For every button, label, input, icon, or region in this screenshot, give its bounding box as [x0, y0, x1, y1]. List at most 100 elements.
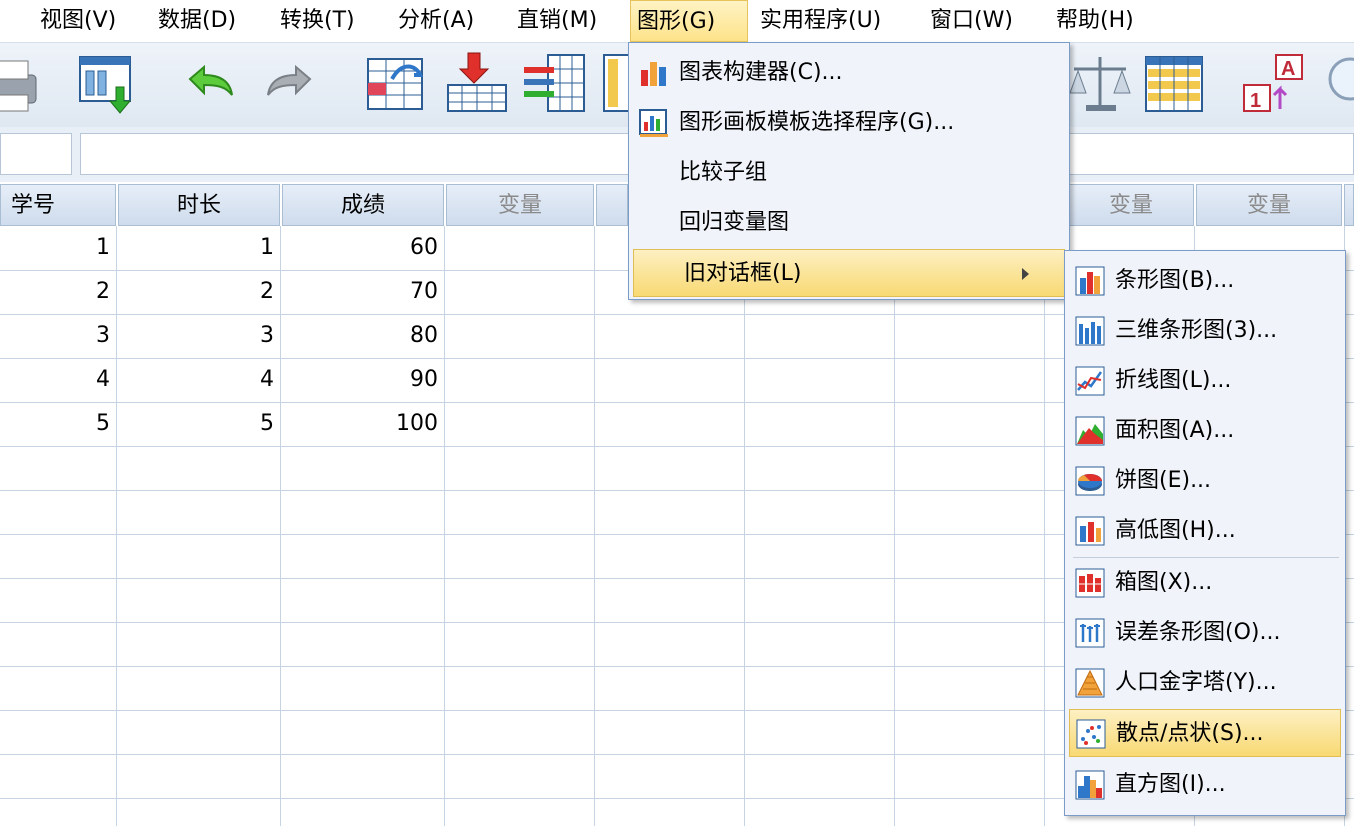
menu-item-label: 三维条形图(3)...: [1115, 318, 1278, 343]
menu-item-label: 散点/点状(S)...: [1116, 721, 1264, 746]
goto-case-icon[interactable]: [362, 49, 432, 119]
pyramid-icon: [1075, 668, 1105, 698]
data-cell[interactable]: 60: [282, 226, 438, 270]
data-cell[interactable]: 2: [118, 270, 274, 314]
scatter-icon: [1076, 719, 1106, 749]
data-cell[interactable]: 2: [0, 270, 110, 314]
data-cell[interactable]: 4: [0, 358, 110, 402]
high-low-chart-icon: [1075, 516, 1105, 546]
menu-utilities[interactable]: 实用程序(U): [760, 0, 881, 42]
menu-item-bar-chart[interactable]: 条形图(B)...: [1069, 257, 1341, 305]
menu-graphs[interactable]: 图形(G): [630, 0, 748, 42]
data-cell[interactable]: 5: [118, 402, 274, 446]
data-cell[interactable]: 5: [0, 402, 110, 446]
column-header-empty[interactable]: 变量: [446, 184, 594, 226]
grid-line: [594, 226, 595, 826]
menu-item-population-pyramid[interactable]: 人口金字塔(Y)...: [1069, 659, 1341, 707]
menu-item-scatter-dot[interactable]: 散点/点状(S)...: [1069, 709, 1341, 757]
grid-line: [280, 226, 281, 826]
data-cell[interactable]: 1: [0, 226, 110, 270]
column-header[interactable]: 成绩: [282, 184, 444, 226]
column-header-empty[interactable]: [596, 184, 628, 226]
bar-chart-icon: [1075, 266, 1105, 296]
insert-variable-icon[interactable]: [520, 49, 590, 119]
undo-icon[interactable]: [172, 49, 242, 119]
boxplot-icon: [1075, 568, 1105, 598]
grid-line: [894, 226, 895, 826]
svg-text:A: A: [1281, 58, 1295, 80]
menu-bar: 视图(V) 数据(D) 转换(T) 分析(A) 直销(M) 图形(G) 实用程序…: [0, 0, 1354, 43]
grid-line: [1044, 226, 1045, 826]
menu-item-3d-bar-chart[interactable]: 三维条形图(3)...: [1069, 307, 1341, 355]
menu-item-label: 高低图(H)...: [1115, 518, 1236, 543]
menu-item-label: 折线图(L)...: [1115, 368, 1232, 393]
column-header-empty[interactable]: 变量: [1196, 184, 1342, 226]
menu-item-label: 图形画板模板选择程序(G)...: [679, 110, 955, 135]
insert-cases-icon[interactable]: [444, 49, 514, 119]
pie-chart-icon: [1075, 466, 1105, 496]
menu-item-boxplot[interactable]: 箱图(X)...: [1069, 559, 1341, 607]
data-cell[interactable]: 3: [0, 314, 110, 358]
menu-item-compare-subgroups[interactable]: 比较子组: [633, 149, 1065, 197]
cell-reference-box[interactable]: [0, 133, 72, 175]
menu-item-label: 箱图(X)...: [1115, 570, 1213, 595]
menu-item-high-low-chart[interactable]: 高低图(H)...: [1069, 507, 1341, 555]
menu-item-label: 条形图(B)...: [1115, 268, 1235, 293]
menu-item-legacy-dialogs[interactable]: 旧对话框(L): [633, 249, 1065, 297]
area-chart-icon: [1075, 416, 1105, 446]
data-cell[interactable]: 90: [282, 358, 438, 402]
graphs-menu-dropdown: 图表构建器(C)... 图形画板模板选择程序(G)... 比较子组 回归变量图 …: [628, 42, 1070, 300]
menu-item-chart-builder[interactable]: 图表构建器(C)...: [633, 49, 1065, 97]
column-header-empty[interactable]: 变量: [1068, 184, 1194, 226]
line-chart-icon: [1075, 366, 1105, 396]
menu-transform[interactable]: 转换(T): [280, 0, 355, 42]
split-file-icon[interactable]: [600, 49, 630, 119]
menu-item-label: 比较子组: [679, 160, 768, 185]
grid-line: [444, 226, 445, 826]
data-cell[interactable]: 3: [118, 314, 274, 358]
recall-dialog-icon[interactable]: [74, 49, 144, 119]
value-labels-icon[interactable]: A1: [1240, 49, 1310, 119]
svg-text:1: 1: [1250, 90, 1261, 112]
column-header[interactable]: 时长: [118, 184, 280, 226]
menu-item-label: 人口金字塔(Y)...: [1115, 670, 1277, 695]
menu-item-label: 面积图(A)...: [1115, 418, 1235, 443]
grid-line: [744, 226, 745, 826]
data-cell[interactable]: 70: [282, 270, 438, 314]
menu-item-label: 直方图(I)...: [1115, 772, 1226, 797]
select-cases-icon[interactable]: [1142, 49, 1212, 119]
menu-item-area-chart[interactable]: 面积图(A)...: [1069, 407, 1341, 455]
data-cell[interactable]: 1: [118, 226, 274, 270]
menu-item-histogram[interactable]: 直方图(I)...: [1069, 761, 1341, 809]
submenu-arrow-icon: [1022, 268, 1029, 280]
data-cell[interactable]: 100: [282, 402, 438, 446]
histogram-icon: [1075, 770, 1105, 800]
column-header[interactable]: 学号: [0, 184, 116, 226]
find-icon[interactable]: [1322, 49, 1354, 119]
data-cell[interactable]: 80: [282, 314, 438, 358]
menu-item-pie-chart[interactable]: 饼图(E)...: [1069, 457, 1341, 505]
menu-window[interactable]: 窗口(W): [930, 0, 1013, 42]
menu-separator: [1073, 557, 1339, 558]
column-header-empty[interactable]: [1344, 184, 1354, 226]
redo-icon[interactable]: [258, 49, 328, 119]
menu-view[interactable]: 视图(V): [40, 0, 116, 42]
menu-item-label: 误差条形图(O)...: [1115, 620, 1281, 645]
weight-cases-icon[interactable]: [1068, 49, 1138, 119]
error-bar-icon: [1075, 618, 1105, 648]
menu-item-error-bar[interactable]: 误差条形图(O)...: [1069, 609, 1341, 657]
menu-direct-marketing[interactable]: 直销(M): [517, 0, 597, 42]
legacy-dialogs-submenu: 条形图(B)... 三维条形图(3)... 折线图(L)... 面积图(A)..…: [1064, 250, 1346, 816]
menu-item-label: 旧对话框(L): [684, 261, 802, 286]
menu-data[interactable]: 数据(D): [158, 0, 236, 42]
menu-item-line-chart[interactable]: 折线图(L)...: [1069, 357, 1341, 405]
menu-item-regression-variable-plots[interactable]: 回归变量图: [633, 199, 1065, 247]
menu-help[interactable]: 帮助(H): [1056, 0, 1134, 42]
print-icon[interactable]: [0, 49, 50, 119]
chart-builder-icon: [639, 58, 669, 88]
menu-item-label: 回归变量图: [679, 210, 790, 235]
menu-item-label: 图表构建器(C)...: [679, 60, 843, 85]
menu-analyze[interactable]: 分析(A): [398, 0, 474, 42]
data-cell[interactable]: 4: [118, 358, 274, 402]
menu-item-graphboard-template-chooser[interactable]: 图形画板模板选择程序(G)...: [633, 99, 1065, 147]
